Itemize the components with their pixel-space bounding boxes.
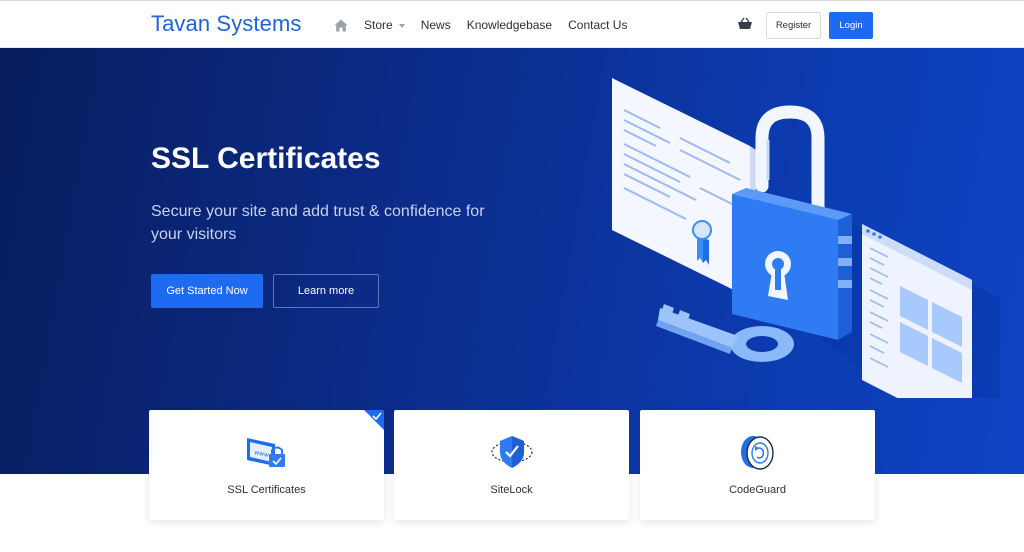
nav-item-contact[interactable]: Contact Us — [568, 18, 627, 32]
card-label: CodeGuard — [729, 484, 786, 496]
chevron-down-icon — [398, 23, 405, 28]
card-label: SiteLock — [490, 484, 533, 496]
padlock-key-certificate-illustration — [612, 78, 1000, 398]
brand-logo[interactable]: Tavan Systems — [151, 11, 301, 37]
nav-item-label: Store — [364, 18, 393, 32]
basket-icon[interactable] — [737, 17, 753, 31]
card-label: SSL Certificates — [227, 484, 306, 496]
login-button[interactable]: Login — [829, 12, 873, 39]
nav-item-store[interactable]: Store — [364, 18, 405, 32]
learn-more-button[interactable]: Learn more — [273, 274, 379, 308]
card-sitelock[interactable]: SiteLock — [394, 410, 629, 520]
codeguard-disc-icon — [741, 436, 774, 470]
sitelock-shield-icon — [491, 436, 533, 468]
ssl-certificate-icon: www — [247, 438, 285, 467]
home-icon[interactable] — [334, 17, 350, 33]
hero-title: SSL Certificates — [151, 142, 381, 175]
product-cards: www SSL Certificates SiteLock CodeGuard — [149, 410, 876, 520]
nav-item-news[interactable]: News — [421, 18, 451, 32]
card-codeguard[interactable]: CodeGuard — [640, 410, 875, 520]
get-started-button[interactable]: Get Started Now — [151, 274, 263, 308]
site-header: Tavan Systems Store News Knowledgebase C… — [0, 0, 1024, 48]
card-ssl-certificates[interactable]: www SSL Certificates — [149, 410, 384, 520]
page: Tavan Systems Store News Knowledgebase C… — [0, 0, 1024, 552]
main-nav: Store News Knowledgebase Contact Us — [334, 1, 643, 49]
hero-subtitle: Secure your site and add trust & confide… — [151, 203, 485, 243]
selected-check-icon — [364, 410, 384, 430]
nav-item-knowledgebase[interactable]: Knowledgebase — [467, 18, 552, 32]
register-button[interactable]: Register — [766, 12, 821, 39]
